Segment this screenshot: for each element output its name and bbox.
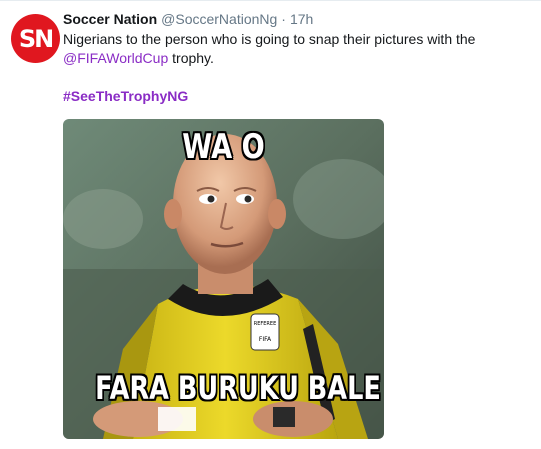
tweet-text-line: @FIFAWorldCup trophy. (63, 49, 533, 68)
tweet: SN Soccer Nation @SoccerNationNg · 17h N… (0, 0, 541, 449)
display-name[interactable]: Soccer Nation (63, 10, 157, 28)
separator-dot: · (281, 11, 286, 27)
meme-caption-bottom: FARA BURUKU BALE (95, 369, 381, 407)
tweet-content: Soccer Nation @SoccerNationNg · 17h Nige… (63, 10, 533, 106)
timestamp[interactable]: 17h (290, 10, 313, 28)
avatar[interactable]: SN (11, 14, 60, 63)
tweet-text-fragment: trophy. (168, 50, 214, 66)
hashtag-line: #SeeTheTrophyNG (63, 87, 533, 106)
meme-caption-top: WA O (182, 127, 265, 167)
tweet-image[interactable]: REFEREE FIFA WA O FARA BURUKU BALE (63, 119, 384, 439)
tweet-header: Soccer Nation @SoccerNationNg · 17h (63, 10, 533, 28)
badge-text: FIFA (259, 336, 272, 343)
hashtag-link[interactable]: #SeeTheTrophyNG (63, 88, 188, 104)
user-handle[interactable]: @SoccerNationNg (161, 10, 277, 28)
badge-text: REFEREE (254, 321, 276, 327)
tweet-text: Nigerians to the person who is going to … (63, 30, 533, 106)
mention-link[interactable]: @FIFAWorldCup (63, 50, 168, 66)
tweet-text-line: Nigerians to the person who is going to … (63, 31, 476, 47)
